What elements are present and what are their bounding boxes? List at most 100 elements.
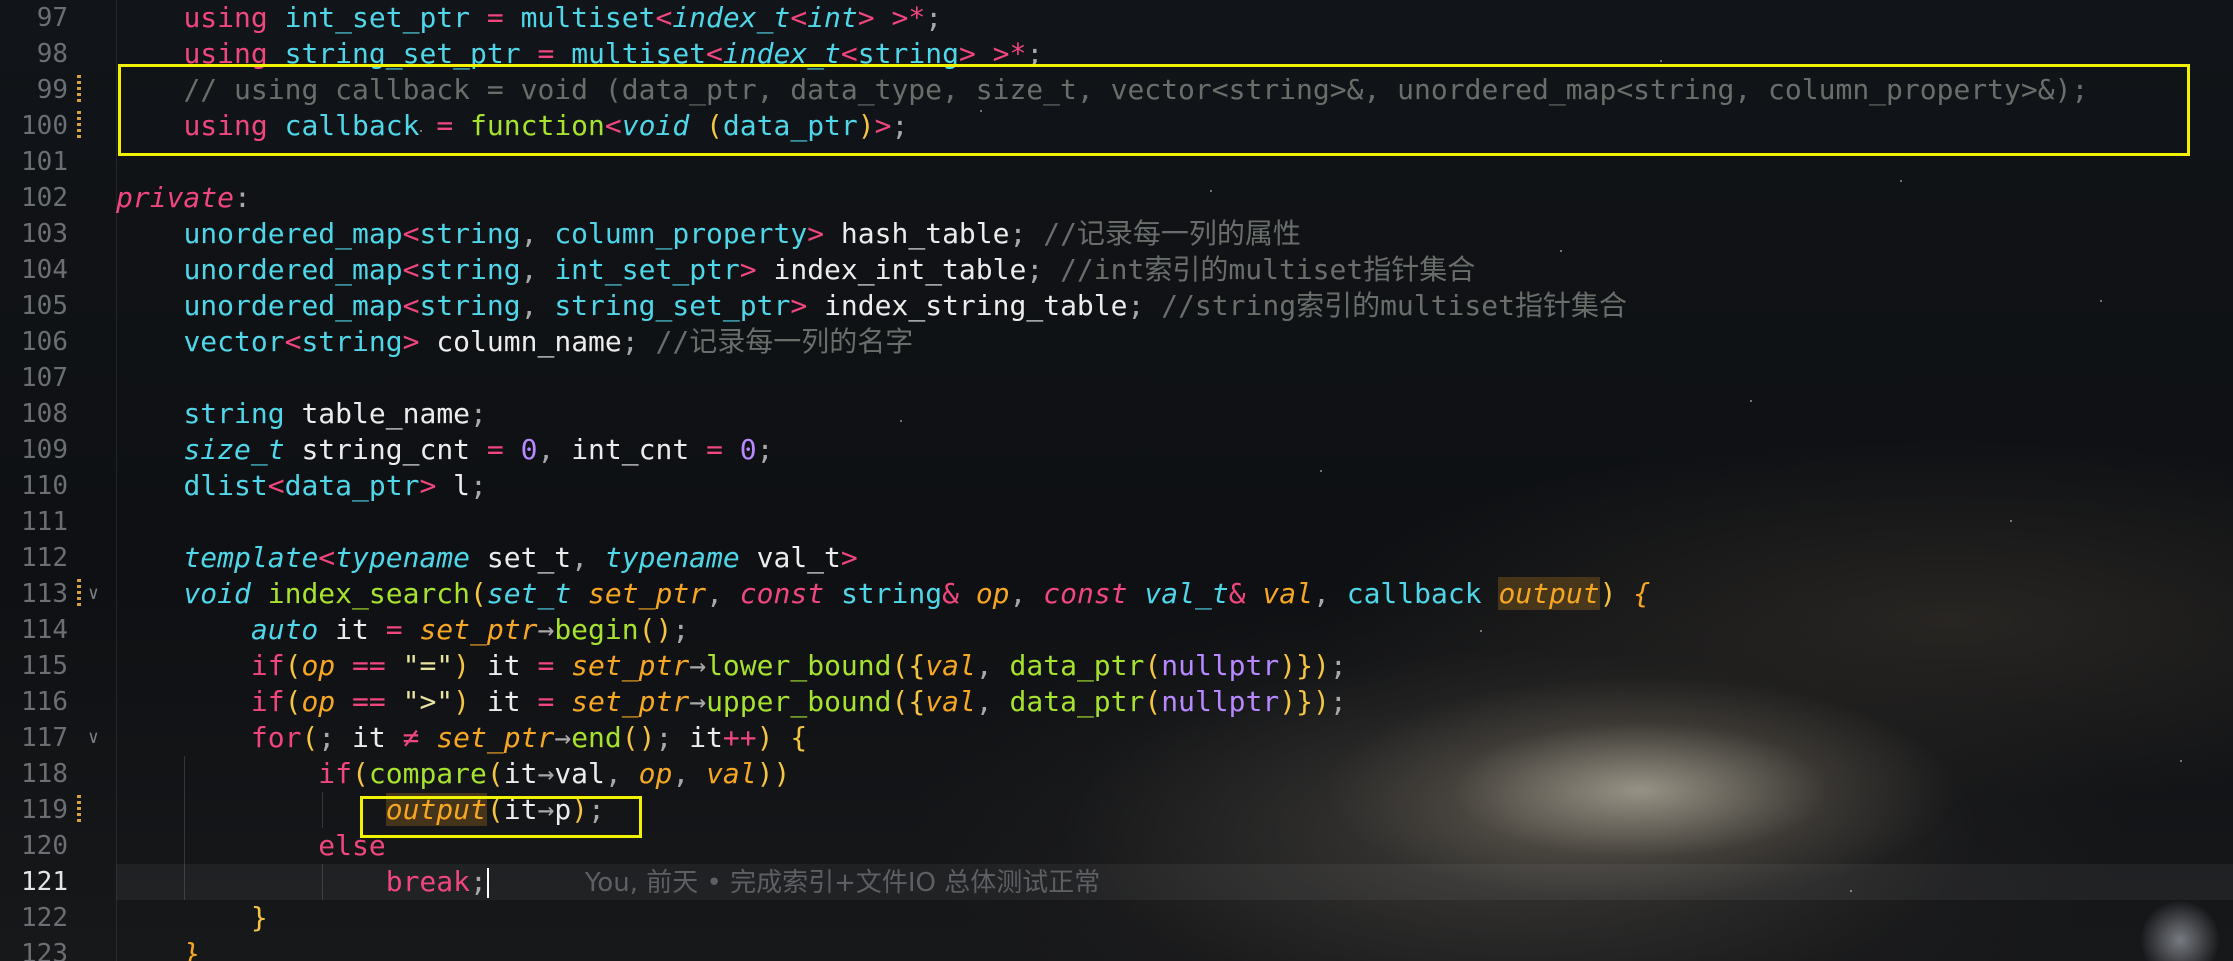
token: val: [1262, 577, 1313, 610]
comment: //记录每一列的属性: [1043, 217, 1301, 250]
token: dlist: [183, 469, 268, 502]
token: set_ptr: [419, 613, 538, 646]
token: "=": [402, 649, 454, 682]
token: ;: [891, 109, 909, 142]
token: (: [706, 109, 723, 142]
code-line-100[interactable]: using callback = function<void (data_ptr…: [116, 108, 2233, 144]
token: data_ptr: [284, 469, 420, 502]
token: column_name: [436, 325, 622, 358]
code-line-115[interactable]: if(op == "=") it = set_ptr→lower_bound({…: [116, 648, 2233, 684]
token: →: [689, 685, 707, 718]
fold-chevron-icon[interactable]: ∨: [88, 720, 99, 756]
token: int_set_ptr: [284, 1, 471, 34]
token: it: [503, 757, 538, 790]
token: table_name: [301, 397, 471, 430]
code-line-98[interactable]: using string_set_ptr = multiset<index_t<…: [116, 36, 2233, 72]
token: it: [503, 793, 538, 826]
token: <: [840, 37, 858, 70]
token: ;: [588, 793, 605, 826]
token: ,: [520, 253, 538, 286]
token: string: [419, 217, 521, 250]
code-line-112[interactable]: template<typename set_t, typename val_t>: [116, 540, 2233, 576]
token: >: [857, 1, 875, 34]
token: >: [419, 469, 437, 502]
token: >: [891, 1, 909, 34]
code-line-106[interactable]: vector<string> column_name; //记录每一列的名字: [116, 324, 2233, 360]
code-line-108[interactable]: string table_name;: [116, 396, 2233, 432]
line-number: 119: [21, 795, 68, 825]
code-line-123[interactable]: }: [116, 936, 2233, 961]
code-line-103[interactable]: unordered_map<string, column_property> h…: [116, 216, 2233, 252]
fold-chevron-icon[interactable]: ∨: [88, 576, 99, 612]
line-number: 120: [21, 831, 68, 861]
token: ;: [655, 721, 673, 754]
token: ): [453, 649, 471, 682]
token: using: [183, 109, 268, 142]
token: index_int_table: [773, 253, 1027, 286]
code-line-114[interactable]: auto it = set_ptr→begin();: [116, 612, 2233, 648]
token: template: [183, 541, 319, 574]
token: ;: [470, 397, 487, 430]
code-line-109[interactable]: size_t string_cnt = 0, int_cnt = 0;: [116, 432, 2233, 468]
code-editor[interactable]: 97 98 99 100 101 102 103 104 105 106 107 108 109 110 1…: [0, 0, 2233, 961]
token: ;: [1026, 37, 1044, 70]
line-number: 113: [21, 579, 68, 609]
code-line-116[interactable]: if(op == ">") it = set_ptr→upper_bound({…: [116, 684, 2233, 720]
token: ++: [722, 721, 757, 754]
token: it: [335, 613, 369, 646]
token: typename: [604, 541, 740, 574]
token: if: [250, 685, 285, 718]
code-line-97[interactable]: using int_set_ptr = multiset<index_t<int…: [116, 0, 2233, 36]
token: (: [1144, 685, 1162, 718]
token: string: [183, 397, 285, 430]
token: ,: [537, 433, 555, 466]
code-line-99[interactable]: // using callback = void (data_ptr, data…: [116, 72, 2233, 108]
token: data_ptr: [722, 109, 858, 142]
code-area[interactable]: using int_set_ptr = multiset<index_t<int…: [116, 0, 2233, 961]
token: (: [284, 649, 302, 682]
code-line-117[interactable]: for(; it ≠ set_ptr→end(); it++) {: [116, 720, 2233, 756]
token: const: [739, 577, 825, 610]
code-line-110[interactable]: dlist<data_ptr> l;: [116, 468, 2233, 504]
code-line-118[interactable]: if(compare(it→val, op, val)): [116, 756, 2233, 792]
token: {: [790, 721, 808, 754]
git-blame-annotation: You, 前天 • 完成索引+文件IO 总体测试正常: [584, 868, 1101, 898]
token: <: [402, 289, 420, 322]
line-number-gutter: 97 98 99 100 101 102 103 104 105 106 107 108 109 110 1…: [0, 0, 117, 961]
token: >: [958, 37, 976, 70]
line-number: 118: [21, 759, 68, 789]
comment: //int索引的multiset指针集合: [1060, 253, 1476, 286]
token: ;: [1009, 217, 1027, 250]
line-number: 116: [21, 687, 68, 717]
git-modified-marker[interactable]: [77, 75, 81, 105]
code-line-113[interactable]: void index_search(set_t set_ptr, const s…: [116, 576, 2233, 612]
token: vector: [183, 325, 285, 358]
line-number: 123: [21, 939, 68, 961]
token: {: [1633, 577, 1651, 610]
line-number: 112: [21, 543, 68, 573]
code-line-121[interactable]: break; You, 前天 • 完成索引+文件IO 总体测试正常: [116, 864, 2233, 900]
git-modified-marker[interactable]: [77, 579, 81, 609]
line-number: 103: [21, 219, 68, 249]
token: private: [116, 181, 235, 214]
code-line-119[interactable]: output(it→p);: [116, 792, 2233, 828]
token: ;: [672, 613, 690, 646]
code-line-105[interactable]: unordered_map<string, string_set_ptr> in…: [116, 288, 2233, 324]
git-modified-marker[interactable]: [77, 795, 81, 825]
token: ">": [402, 685, 454, 718]
token: >: [840, 541, 858, 574]
code-line-102[interactable]: private:: [116, 180, 2233, 216]
token: =: [486, 1, 504, 34]
token: op: [638, 757, 673, 790]
code-line-104[interactable]: unordered_map<string, int_set_ptr> index…: [116, 252, 2233, 288]
token: op: [301, 685, 336, 718]
token: string: [419, 289, 521, 322]
line-number: 99: [36, 75, 68, 105]
line-number: 101: [21, 147, 68, 177]
text-cursor: [486, 868, 489, 898]
line-number: 117: [21, 723, 68, 753]
git-modified-marker[interactable]: [77, 111, 81, 141]
code-line-122[interactable]: }: [116, 900, 2233, 936]
code-line-120[interactable]: else: [116, 828, 2233, 864]
line-number: 114: [21, 615, 68, 645]
